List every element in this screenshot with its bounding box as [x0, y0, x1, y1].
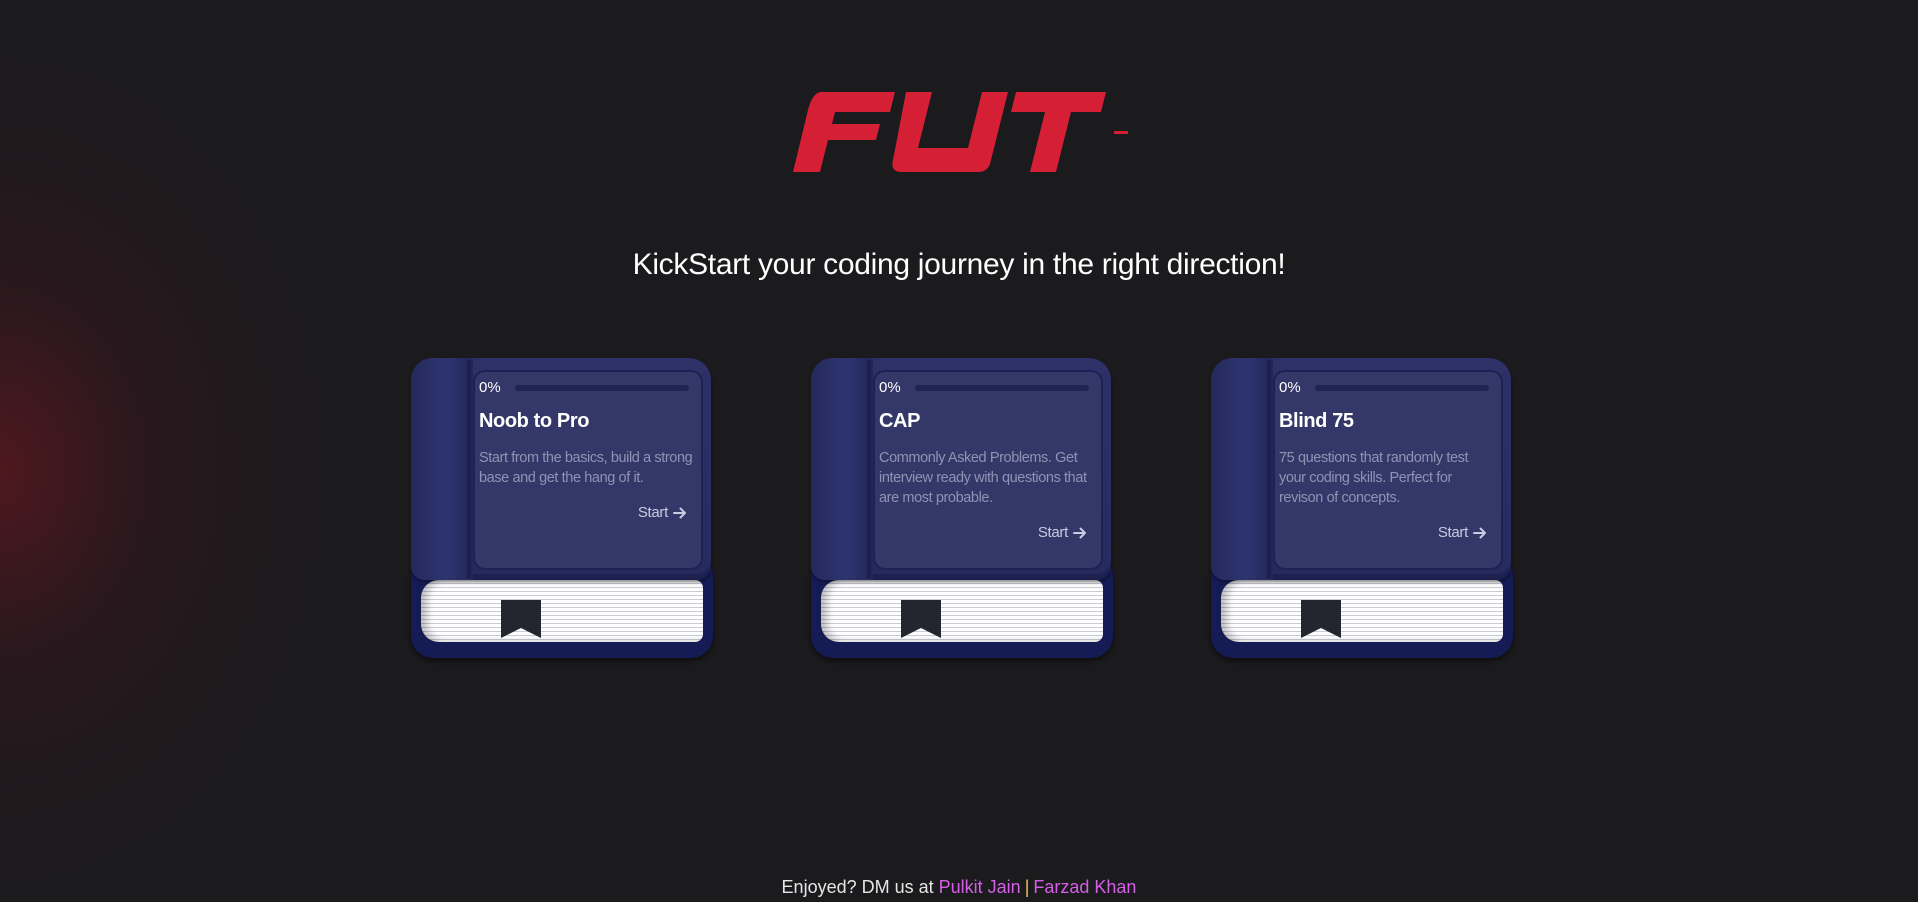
book-cover: 0% Noob to Pro Start from the basics, bu…: [411, 358, 711, 580]
progress-bar: [1315, 385, 1489, 391]
link-pulkit-jain[interactable]: Pulkit Jain: [939, 877, 1021, 897]
progress-bar: [515, 385, 689, 391]
book-pages: [1221, 580, 1503, 642]
progress-bar: [915, 385, 1089, 391]
course-description: 75 questions that randomly test your cod…: [1279, 450, 1469, 506]
start-label: Start: [1437, 524, 1468, 541]
book-spine: [411, 358, 473, 580]
link-farzad-khan[interactable]: Farzad Khan: [1033, 877, 1136, 897]
course-card-noob-to-pro[interactable]: 0% Noob to Pro Start from the basics, bu…: [411, 358, 713, 660]
start-button[interactable]: Start: [1438, 524, 1487, 541]
page: KickStart your coding journey in the rig…: [0, 0, 1918, 902]
arrow-right-icon: [673, 507, 686, 518]
progress: 0%: [1279, 378, 1489, 398]
book-cover: 0% CAP Commonly Asked Problems. Get inte…: [811, 358, 1111, 580]
tagline: KickStart your coding journey in the rig…: [632, 248, 1286, 281]
progress: 0%: [879, 378, 1089, 398]
progress-label: 0%: [1279, 379, 1301, 396]
footer-text: Enjoyed? DM us at: [781, 877, 934, 897]
progress-label: 0%: [479, 379, 501, 396]
start-label: Start: [637, 504, 668, 521]
start-button[interactable]: Start: [1038, 524, 1087, 541]
start-label: Start: [1037, 524, 1068, 541]
footer-separator: |: [1024, 877, 1030, 897]
course-description: Commonly Asked Problems. Get interview r…: [879, 450, 1087, 506]
bookmark-icon: [501, 600, 541, 638]
arrow-right-icon: [1073, 527, 1086, 538]
book-pages: [821, 580, 1103, 642]
course-card-blind-75[interactable]: 0% Blind 75 75 questions that randomly t…: [1211, 358, 1513, 660]
course-description: Start from the basics, build a strong ba…: [479, 450, 693, 486]
course-title: CAP: [879, 410, 921, 432]
book-spine: [1211, 358, 1273, 580]
progress-label: 0%: [879, 379, 901, 396]
book-cover: 0% Blind 75 75 questions that randomly t…: [1211, 358, 1511, 580]
progress: 0%: [479, 378, 689, 398]
footer: Enjoyed? DM us at Pulkit Jain | Farzad Kha…: [0, 877, 1918, 898]
bookmark-icon: [901, 600, 941, 638]
course-card-cap[interactable]: 0% CAP Commonly Asked Problems. Get inte…: [811, 358, 1113, 660]
course-title: Noob to Pro: [479, 410, 590, 432]
arrow-right-icon: [1473, 527, 1486, 538]
start-button[interactable]: Start: [638, 504, 687, 521]
course-title: Blind 75: [1279, 410, 1354, 432]
book-pages: [421, 580, 703, 642]
fut-logo: [793, 92, 1128, 172]
bookmark-icon: [1301, 600, 1341, 638]
book-spine: [811, 358, 873, 580]
